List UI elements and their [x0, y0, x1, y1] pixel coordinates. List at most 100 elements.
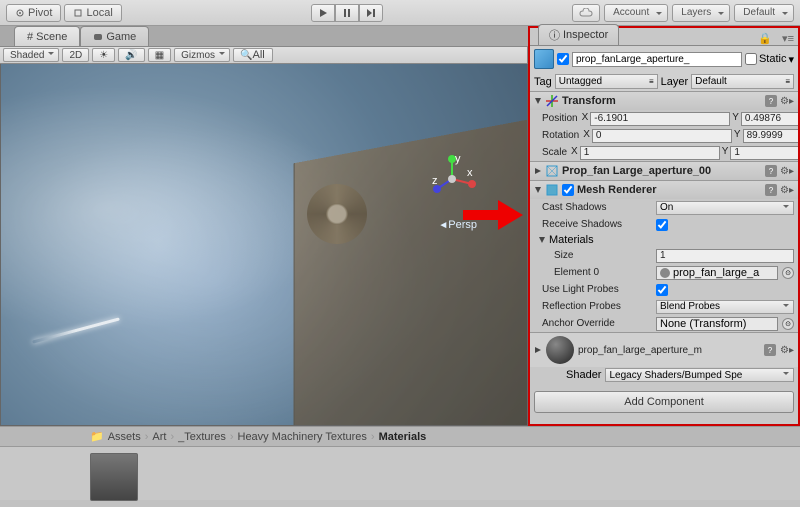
active-checkbox[interactable]	[557, 53, 569, 65]
material-settings[interactable]: ⚙▸	[780, 345, 794, 356]
transform-settings[interactable]: ⚙▸	[780, 96, 794, 107]
shader-dropdown[interactable]: Legacy Shaders/Bumped Spe	[605, 368, 794, 382]
cloud-icon	[579, 8, 593, 18]
static-checkbox[interactable]	[745, 53, 757, 65]
element0-field[interactable]: prop_fan_large_a	[656, 266, 778, 280]
play-button[interactable]	[311, 4, 335, 22]
materials-label: Materials	[549, 234, 594, 246]
object-name-input[interactable]	[572, 52, 742, 67]
asset-grid[interactable]	[0, 447, 800, 507]
shading-mode-dropdown[interactable]: Shaded	[3, 48, 59, 62]
layer-label: Layer	[661, 76, 689, 88]
asset-thumbnail[interactable]	[90, 453, 138, 501]
position-y-input[interactable]	[741, 112, 798, 126]
step-button[interactable]	[359, 4, 383, 22]
element0-label: Element 0	[554, 267, 652, 278]
material-foldout[interactable]	[534, 346, 542, 354]
local-button[interactable]: Local	[64, 4, 121, 22]
lighting-toggle[interactable]: ☀	[92, 48, 115, 62]
layer-dropdown[interactable]: Default	[691, 74, 794, 89]
cloud-button[interactable]	[572, 4, 600, 22]
audio-toggle[interactable]: 🔊	[118, 48, 144, 62]
material-preview: prop_fan_large_aperture_m ? ⚙▸	[530, 332, 798, 367]
selected-object	[307, 184, 367, 244]
mesh-filter-title: Prop_fan Large_aperture_00	[562, 165, 762, 177]
mesh-renderer-icon	[545, 183, 559, 197]
play-icon	[318, 8, 328, 18]
breadcrumb: 📁 Assets› Art› _Textures› Heavy Machiner…	[0, 427, 800, 447]
static-label: Static	[759, 53, 787, 65]
mesh-renderer-enabled[interactable]	[562, 184, 574, 196]
layout-dropdown[interactable]: Default	[734, 4, 794, 22]
cast-shadows-dropdown[interactable]: On	[656, 201, 794, 215]
light-probes-label: Use Light Probes	[542, 284, 652, 295]
tag-dropdown[interactable]: Untagged	[555, 74, 658, 89]
mesh-filter-settings[interactable]: ⚙▸	[780, 166, 794, 177]
scene-icon: #	[27, 31, 33, 43]
transform-title: Transform	[562, 95, 762, 107]
anchor-override-picker[interactable]: ⊙	[782, 318, 794, 330]
view-tabs: #Scene Game	[0, 26, 528, 46]
scene-geometry	[293, 119, 528, 426]
inspector-lock[interactable]: 🔒	[752, 32, 778, 45]
rotation-x-input[interactable]	[592, 129, 732, 143]
main-toolbar: Pivot Local Account Layers Default	[0, 0, 800, 26]
mesh-renderer-title: Mesh Renderer	[577, 184, 762, 196]
position-x-input[interactable]	[590, 112, 730, 126]
mesh-renderer-foldout[interactable]	[534, 186, 542, 194]
reflection-probes-dropdown[interactable]: Blend Probes	[656, 300, 794, 314]
svg-text:z: z	[432, 175, 438, 187]
scene-viewport[interactable]: x y z ◄Persp	[0, 64, 528, 426]
breadcrumb-item[interactable]: Art	[152, 431, 166, 443]
transform-foldout[interactable]	[534, 97, 542, 105]
material-sphere-icon	[546, 336, 574, 364]
account-dropdown[interactable]: Account	[604, 4, 668, 22]
2d-toggle[interactable]: 2D	[62, 48, 89, 62]
anchor-override-field[interactable]: None (Transform)	[656, 317, 778, 331]
rotation-y-input[interactable]	[743, 129, 798, 143]
light-probes-checkbox[interactable]	[656, 284, 668, 296]
scale-x-input[interactable]	[580, 146, 720, 160]
mesh-filter-foldout[interactable]	[534, 167, 542, 175]
pivot-button[interactable]: Pivot	[6, 4, 61, 22]
mesh-filter-help[interactable]: ?	[765, 165, 777, 177]
tab-inspector[interactable]: ⓘInspector	[538, 24, 619, 45]
breadcrumb-item[interactable]: Heavy Machinery Textures	[238, 431, 367, 443]
transform-icon	[545, 94, 559, 108]
transform-component: Transform ? ⚙▸ Position XYZ Rotation XYZ…	[530, 91, 798, 161]
pause-button[interactable]	[335, 4, 359, 22]
tab-game[interactable]: Game	[80, 26, 149, 46]
breadcrumb-item[interactable]: _Textures	[178, 431, 226, 443]
mesh-renderer-component: Mesh Renderer ? ⚙▸ Cast Shadows On Recei…	[530, 180, 798, 332]
transform-help[interactable]: ?	[765, 95, 777, 107]
position-label: Position	[542, 113, 578, 124]
rotation-label: Rotation	[542, 130, 579, 141]
fx-toggle[interactable]: ▦	[148, 48, 171, 62]
scale-label: Scale	[542, 147, 567, 158]
scale-y-input[interactable]	[730, 146, 798, 160]
element0-picker[interactable]: ⊙	[782, 267, 794, 279]
materials-foldout[interactable]	[538, 236, 546, 244]
step-icon	[366, 8, 376, 18]
scene-toolbar: Shaded 2D ☀ 🔊 ▦ Gizmos 🔍All	[0, 46, 528, 64]
info-icon: ⓘ	[549, 27, 560, 43]
mesh-renderer-settings[interactable]: ⚙▸	[780, 185, 794, 196]
gizmos-dropdown[interactable]: Gizmos	[174, 48, 230, 62]
material-help[interactable]: ?	[764, 344, 776, 356]
tag-label: Tag	[534, 76, 552, 88]
shader-label: Shader	[566, 369, 601, 381]
add-component-button[interactable]: Add Component	[534, 391, 794, 413]
playback-controls	[311, 4, 383, 22]
breadcrumb-item[interactable]: Assets	[108, 431, 141, 443]
receive-shadows-checkbox[interactable]	[656, 219, 668, 231]
scene-search[interactable]: 🔍All	[233, 48, 273, 62]
materials-size-input[interactable]	[656, 249, 794, 263]
static-dropdown[interactable]: ▾	[788, 53, 794, 66]
tab-scene[interactable]: #Scene	[14, 26, 80, 46]
object-header: Static ▾	[530, 46, 798, 72]
gameobject-icon[interactable]	[534, 49, 554, 69]
inspector-menu[interactable]: ▾≡	[778, 32, 798, 45]
orientation-gizmo[interactable]: x y z	[427, 154, 477, 204]
layers-dropdown[interactable]: Layers	[672, 4, 730, 22]
mesh-renderer-help[interactable]: ?	[765, 184, 777, 196]
